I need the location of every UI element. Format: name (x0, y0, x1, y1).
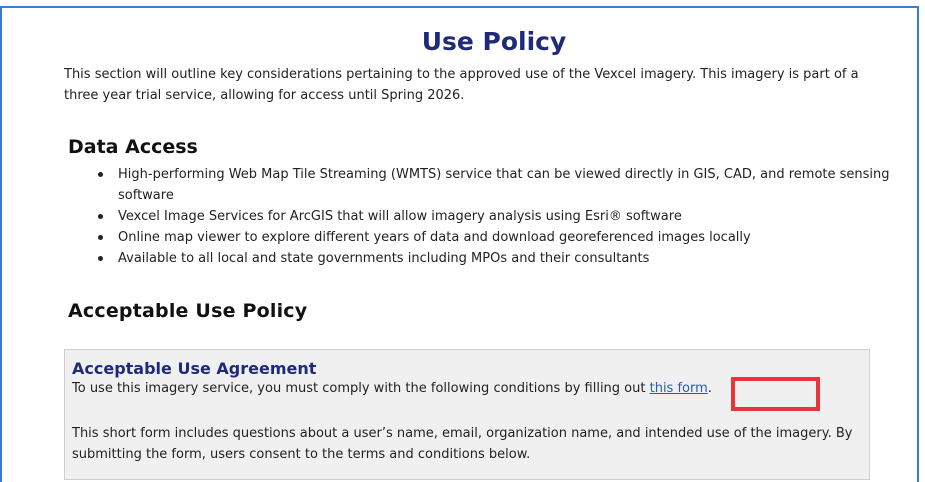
acceptable-use-heading: Acceptable Use Policy (68, 300, 308, 322)
list-item-text: Available to all local and state governm… (118, 251, 650, 266)
data-access-list: High-performing Web Map Tile Streaming (… (90, 164, 900, 269)
agreement-panel: Acceptable Use Agreement To use this ima… (64, 349, 870, 480)
data-access-heading: Data Access (68, 136, 198, 158)
list-item: High-performing Web Map Tile Streaming (… (90, 164, 900, 206)
list-item: Available to all local and state governm… (90, 248, 900, 269)
intro-paragraph: This section will outline key considerat… (64, 67, 859, 103)
agreement-instruction-text: To use this imagery service, you must co… (72, 381, 650, 396)
bullet-icon (98, 214, 103, 219)
list-item-text: High-performing Web Map Tile Streaming (… (118, 167, 890, 203)
list-item-text: Vexcel Image Services for ArcGIS that wi… (118, 209, 682, 224)
agreement-instruction: To use this imagery service, you must co… (72, 379, 712, 399)
form-link[interactable]: this form (650, 381, 708, 396)
link-highlight-box (731, 377, 820, 411)
list-item: Online map viewer to explore different y… (90, 227, 900, 248)
agreement-instruction-end: . (707, 381, 712, 396)
page-title: Use Policy (421, 27, 567, 56)
bullet-icon (98, 172, 103, 177)
page-frame: Use Policy This section will outline key… (0, 6, 919, 482)
list-item: Vexcel Image Services for ArcGIS that wi… (90, 206, 900, 227)
list-item-text: Online map viewer to explore different y… (118, 230, 751, 245)
agreement-title: Acceptable Use Agreement (72, 359, 317, 378)
bullet-icon (98, 235, 103, 240)
agreement-paragraph: This short form includes questions about… (72, 426, 853, 462)
bullet-icon (98, 256, 103, 261)
